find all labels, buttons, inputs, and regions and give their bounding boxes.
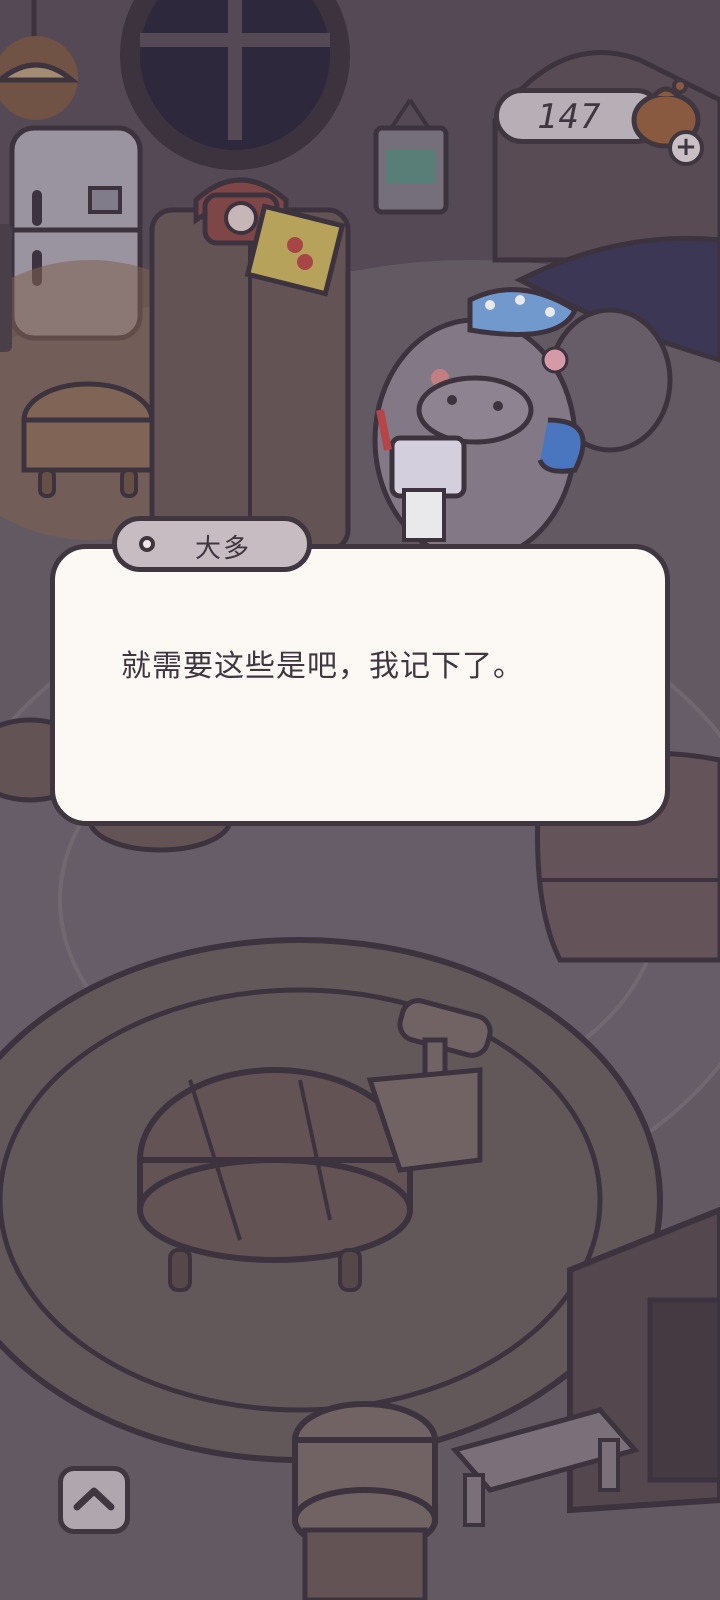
- side-drawer-tab[interactable]: [0, 224, 12, 352]
- expand-button[interactable]: [58, 1466, 130, 1534]
- currency-value: 147: [537, 97, 602, 137]
- stool-bottom: [292, 1401, 438, 1600]
- speaker-name-tab: 大多: [112, 516, 312, 572]
- speaker-name: 大多: [195, 534, 252, 564]
- add-currency-button[interactable]: +: [668, 130, 704, 166]
- speaker-dot-icon: [139, 536, 155, 552]
- plus-icon: +: [675, 132, 697, 162]
- dialog-box[interactable]: 就需要这些是吧，我记下了。: [50, 544, 670, 826]
- dialog-text: 就需要这些是吧，我记下了。: [121, 649, 524, 684]
- chevron-up-icon: [73, 1487, 115, 1511]
